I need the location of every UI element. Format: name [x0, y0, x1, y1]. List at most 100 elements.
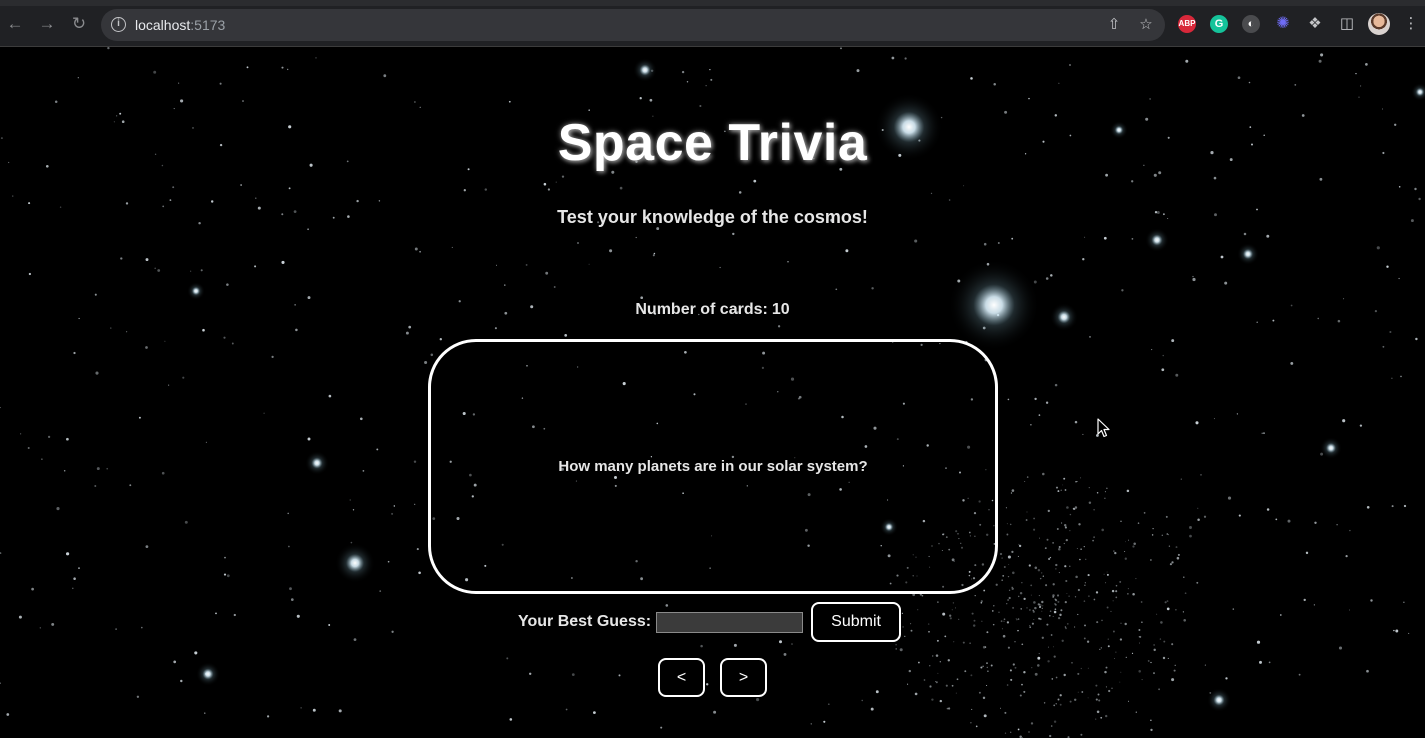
address-url[interactable]: localhost:5173 [135, 17, 225, 33]
star [1029, 625, 1031, 627]
star [1106, 573, 1109, 576]
info-icon[interactable]: i [111, 17, 126, 32]
star [902, 626, 904, 628]
star [1069, 565, 1071, 567]
star [1087, 574, 1090, 577]
star [1026, 511, 1028, 513]
star [983, 242, 987, 246]
star [993, 82, 996, 86]
star-icon[interactable]: ☆ [1137, 16, 1155, 34]
star [1177, 553, 1180, 556]
star [287, 512, 289, 515]
share-icon[interactable]: ⇧ [1105, 16, 1123, 34]
address-bar[interactable]: i localhost:5173 ⇧ ☆ [101, 9, 1165, 41]
star [1083, 545, 1085, 548]
star [1290, 361, 1294, 365]
star [1243, 232, 1247, 236]
star [506, 657, 509, 660]
star [312, 708, 316, 712]
star [419, 106, 421, 108]
star [1220, 255, 1224, 259]
star [414, 247, 418, 251]
star [1058, 572, 1060, 574]
star [1135, 711, 1137, 713]
star [1167, 657, 1169, 659]
star [901, 612, 904, 614]
star [929, 685, 932, 688]
star [835, 288, 838, 291]
star [649, 98, 653, 102]
adblock-extension-icon[interactable]: ABP [1178, 15, 1196, 33]
guess-input[interactable] [656, 611, 804, 633]
star [246, 66, 249, 69]
star [418, 571, 421, 575]
star [1366, 669, 1369, 673]
star [509, 718, 513, 721]
star [405, 331, 409, 335]
star [31, 587, 34, 591]
star [1017, 618, 1020, 620]
star [1007, 646, 1010, 649]
previous-card-button[interactable]: < [658, 658, 705, 697]
grammarly-extension-icon[interactable]: G [1210, 15, 1228, 33]
star [1370, 599, 1373, 602]
back-arrow-icon[interactable]: ← [5, 14, 25, 34]
star [1197, 507, 1199, 509]
star [419, 250, 421, 253]
flashcard[interactable]: How many planets are in our solar system… [428, 339, 998, 594]
star [263, 412, 265, 414]
forward-arrow-icon[interactable]: → [37, 14, 57, 34]
star [1127, 593, 1129, 595]
star [1017, 555, 1019, 557]
star [1112, 630, 1115, 633]
star [145, 258, 149, 262]
star [1119, 681, 1121, 683]
star [1041, 572, 1043, 574]
star [1078, 523, 1081, 526]
star [1108, 689, 1111, 693]
star [1052, 583, 1055, 586]
star [210, 200, 214, 203]
puzzle-icon[interactable]: ❖ [1305, 14, 1325, 34]
star [1064, 600, 1067, 604]
star [1132, 545, 1135, 548]
star [956, 678, 959, 681]
profile-avatar[interactable] [1368, 13, 1390, 35]
star [1180, 478, 1182, 480]
star [1105, 582, 1107, 584]
star [1021, 582, 1023, 584]
star [555, 181, 557, 183]
star [952, 602, 955, 604]
star [125, 202, 129, 205]
star [1391, 505, 1394, 508]
star [27, 446, 30, 450]
card-question: How many planets are in our solar system… [558, 458, 868, 475]
next-card-button[interactable]: > [720, 658, 767, 697]
star [1011, 237, 1014, 240]
star [1107, 638, 1109, 640]
star [1012, 606, 1015, 609]
star [1110, 610, 1112, 612]
star [870, 707, 874, 711]
star [525, 263, 528, 266]
reload-icon[interactable]: ↻ [69, 14, 89, 34]
mouse-cursor-icon [1097, 418, 1110, 438]
star [827, 703, 830, 706]
star [110, 327, 112, 329]
star [1074, 698, 1077, 701]
star [1395, 629, 1399, 633]
side-panel-icon[interactable]: ◫ [1337, 14, 1357, 34]
star [1139, 642, 1141, 644]
star [1008, 596, 1011, 600]
star [1114, 657, 1116, 659]
star [1104, 491, 1106, 493]
kebab-menu-icon[interactable]: ⋮ [1401, 14, 1421, 34]
extension-icon[interactable]: ◐ [1242, 15, 1260, 33]
star [1075, 575, 1078, 579]
star [338, 709, 342, 713]
star [504, 284, 506, 286]
star [1059, 703, 1062, 706]
asterisk-extension-icon[interactable]: ✺ [1274, 15, 1292, 33]
star [1031, 622, 1034, 625]
submit-button[interactable]: Submit [811, 602, 902, 642]
